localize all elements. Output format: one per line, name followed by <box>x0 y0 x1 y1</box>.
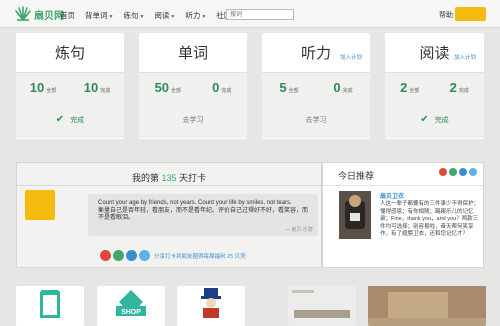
uncle-sam-illustration-icon <box>201 288 221 318</box>
go-study-button[interactable]: 去学习 <box>262 101 370 138</box>
weibo-share-icon[interactable] <box>100 250 111 261</box>
checkin-title: 我的第 135 天打卡 <box>17 171 321 184</box>
nav-label: 背单词 <box>85 11 108 20</box>
chevron-down-icon: ▼ <box>139 14 145 20</box>
douban-icon[interactable] <box>459 168 467 176</box>
nav-item-sentences[interactable]: 练句▼ <box>123 10 144 21</box>
nav-item-words[interactable]: 背单词▼ <box>85 10 113 21</box>
done-label: 完成 <box>221 87 232 94</box>
total-label: 全部 <box>171 87 182 94</box>
shell-logo-icon <box>15 6 31 21</box>
help-link[interactable]: 帮助 <box>439 10 453 20</box>
status-label: 完成 <box>70 116 85 124</box>
nav-label: 首页 <box>60 11 75 20</box>
total-count: 50 <box>154 79 170 95</box>
add-to-plan-link[interactable]: 加入计划 <box>340 53 362 61</box>
check-icon: ✔ <box>55 114 65 125</box>
chevron-down-icon: ▼ <box>108 14 114 20</box>
done-count: 2 <box>449 79 457 95</box>
done-label: 完成 <box>100 87 111 94</box>
logo[interactable]: 扇贝网 <box>14 6 64 22</box>
app-download-tile[interactable] <box>16 286 84 326</box>
total-label: 全部 <box>46 87 57 94</box>
total-count: 10 <box>29 79 45 95</box>
done-count: 10 <box>83 79 99 95</box>
search-input[interactable] <box>226 9 294 20</box>
shop-tile[interactable]: SHOP <box>97 286 165 326</box>
chevron-down-icon: ▼ <box>201 14 207 20</box>
phone-icon <box>40 290 60 320</box>
product-image[interactable] <box>339 191 371 239</box>
share-note[interactable]: 分享打卡到朋友圈得每周福利 25 贝壳 <box>154 252 246 260</box>
product-title[interactable]: 扇贝卫衣 <box>380 191 404 200</box>
add-to-plan-link[interactable]: 加入计划 <box>454 53 476 61</box>
total-label: 全部 <box>409 87 420 94</box>
quote-source: — 扇贝·乐群 <box>284 227 313 233</box>
douban-share-icon[interactable] <box>126 250 137 261</box>
quote-english: Count your age by friends, not years. Co… <box>98 200 292 206</box>
card-reading: 阅读 加入计划 2 全部 2 完成 ✔ 完成 <box>385 33 484 139</box>
divider <box>323 185 483 186</box>
nav-label: 阅读 <box>154 11 170 20</box>
nav-label: 练句 <box>123 11 139 20</box>
svg-text:SHOP: SHOP <box>121 309 141 316</box>
top-nav-bar: 扇贝网 首页 背单词▼ 练句▼ 阅读▼ 听力▼ 社区▼ 帮助 <box>0 0 500 28</box>
recommend-panel: 今日推荐 扇贝卫衣 人这一辈子都要有的三件事少不得保护；懂得感恩；有你相随；踢踢… <box>322 162 484 268</box>
nav-item-home[interactable]: 首页 <box>60 10 75 21</box>
avatar[interactable] <box>25 190 55 220</box>
nav-item-reading[interactable]: 阅读▼ <box>154 10 175 21</box>
status-label: 完成 <box>434 116 449 124</box>
share-row <box>100 250 152 261</box>
check-icon: ✔ <box>420 114 429 125</box>
done-count: 0 <box>212 79 220 95</box>
quote-chinese: 衡量自己是否年轻，看朋友，而不是看年纪。评价自己过得好不好，看笑容，而不是看眼泪… <box>98 207 309 222</box>
card-title: 炼句 <box>54 45 85 62</box>
weibo-icon[interactable] <box>439 168 447 176</box>
shop-icon: SHOP <box>116 290 146 316</box>
qq-icon[interactable] <box>469 168 477 176</box>
hoodie-photo-icon <box>339 191 371 239</box>
card-listening: 听力 加入计划 5 全部 0 完成 去学习 <box>262 33 370 139</box>
product-description: 人这一辈子都要有的三件事少不得保护；懂得感恩；有你相随；踢踢乐儿的记忆录；Fin… <box>380 201 480 237</box>
done-label: 完成 <box>342 87 353 94</box>
total-count: 2 <box>400 79 408 95</box>
card-sentences: 炼句 10 全部 10 完成 ✔ 完成 <box>16 33 124 139</box>
recommend-share-icons <box>437 168 477 176</box>
card-title: 单词 <box>177 45 208 62</box>
user-menu-button[interactable] <box>455 7 486 21</box>
divider <box>17 185 321 186</box>
card-status: ✔ 完成 <box>385 101 484 138</box>
card-words: 单词 50 全部 0 完成 去学习 <box>139 33 247 139</box>
recommend-title: 今日推荐 <box>338 171 375 181</box>
promo-tile[interactable] <box>288 286 356 326</box>
uncle-sam-tile[interactable] <box>177 286 245 326</box>
wechat-share-icon[interactable] <box>113 250 124 261</box>
checkin-title-suffix: 天打卡 <box>179 173 207 183</box>
done-label: 完成 <box>458 87 469 94</box>
nav-label: 听力 <box>185 11 201 20</box>
go-study-button[interactable]: 去学习 <box>139 101 247 138</box>
banner-photo-icon <box>368 286 486 318</box>
chevron-down-icon: ▼ <box>170 14 176 20</box>
checkin-panel: 我的第 135 天打卡 Count your age by friends, n… <box>16 162 322 268</box>
done-count: 0 <box>333 79 341 95</box>
checkin-days: 135 <box>161 173 177 183</box>
wechat-icon[interactable] <box>449 168 457 176</box>
nav-item-listening[interactable]: 听力▼ <box>185 10 206 21</box>
checkin-title-prefix: 我的第 <box>131 173 159 183</box>
total-label: 全部 <box>288 87 299 94</box>
quote-box: Count your age by friends, not years. Co… <box>88 194 318 236</box>
promo-image-icon <box>292 290 350 318</box>
card-status: ✔ 完成 <box>16 101 124 138</box>
total-count: 5 <box>279 79 287 95</box>
qq-share-icon[interactable] <box>139 250 150 261</box>
main-nav: 首页 背单词▼ 练句▼ 阅读▼ 听力▼ 社区▼ <box>60 10 247 21</box>
banner-tile[interactable] <box>368 286 486 326</box>
